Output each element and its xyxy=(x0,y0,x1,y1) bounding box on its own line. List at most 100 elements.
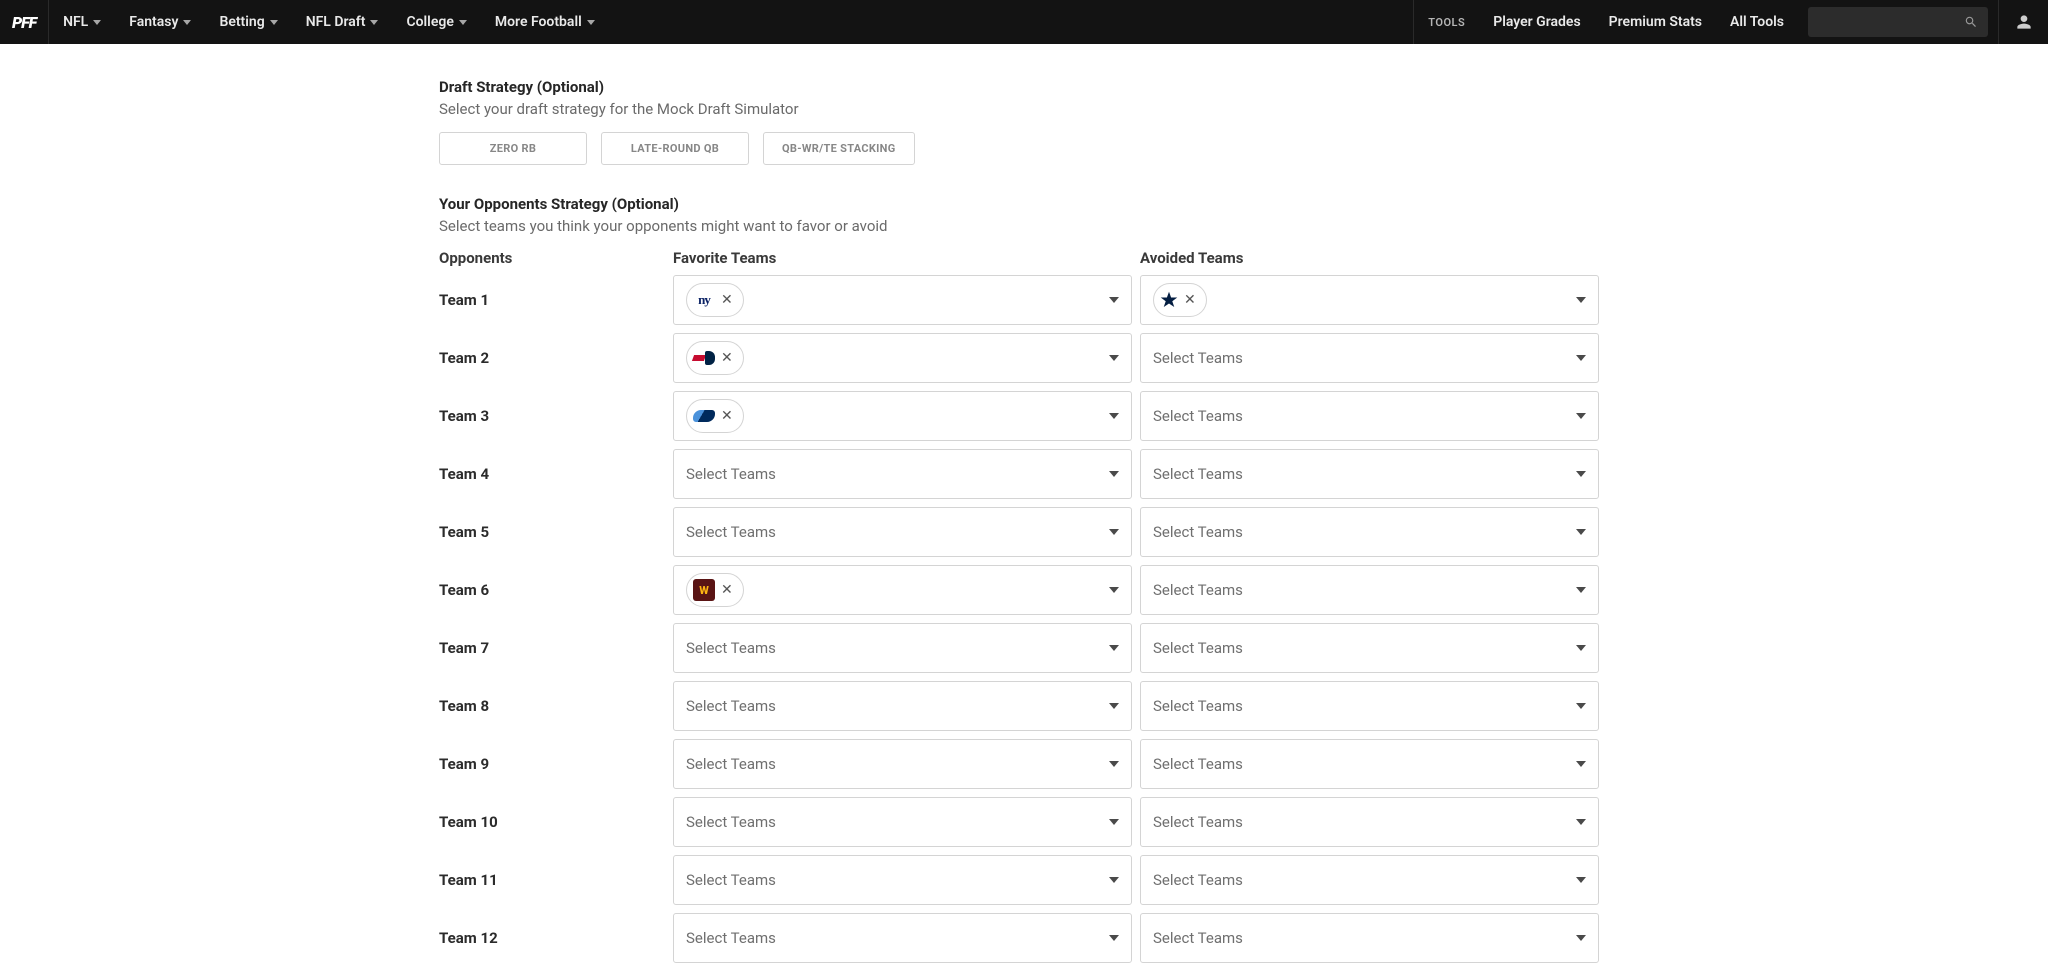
favorite-teams-selector[interactable]: Select Teams xyxy=(673,507,1132,557)
chevron-down-icon xyxy=(459,20,467,25)
nav-fantasy[interactable]: Fantasy xyxy=(115,0,205,44)
nav-betting[interactable]: Betting xyxy=(205,0,291,44)
selector-placeholder: Select Teams xyxy=(686,639,776,657)
avoided-teams-selector[interactable]: Select Teams xyxy=(1140,913,1599,963)
chevron-down-icon xyxy=(1109,471,1119,477)
favorite-teams-selector[interactable]: Select Teams xyxy=(673,623,1132,673)
chevron-down-icon xyxy=(1576,645,1586,651)
chevron-down-icon xyxy=(1109,297,1119,303)
favorite-teams-selector[interactable]: Select Teams xyxy=(673,681,1132,731)
avoided-teams-selector[interactable]: Select Teams xyxy=(1140,623,1599,673)
selector-placeholder: Select Teams xyxy=(1153,639,1243,657)
link-premium-stats[interactable]: Premium Stats xyxy=(1595,0,1716,44)
chip-area: ny ✕ xyxy=(686,283,744,317)
team-row: Team 11Select TeamsSelect Teams xyxy=(439,855,1609,905)
nav-right: TOOLS Player Grades Premium Stats All To… xyxy=(1413,0,2048,44)
chevron-down-icon xyxy=(1109,703,1119,709)
pill-qb-wr-te-stacking[interactable]: QB-WR/TE STACKING xyxy=(763,132,915,165)
selector-placeholder: Select Teams xyxy=(686,697,776,715)
team-label: Team 5 xyxy=(439,523,673,541)
column-opponents: Opponents xyxy=(439,249,673,267)
favorite-teams-selector[interactable]: W✕ xyxy=(673,565,1132,615)
page-content: Draft Strategy (Optional) Select your dr… xyxy=(439,44,1609,963)
team-row: Team 2 ✕ Select Teams xyxy=(439,333,1609,383)
avoided-teams-selector[interactable]: Select Teams xyxy=(1140,739,1599,789)
selector-placeholder: Select Teams xyxy=(1153,581,1243,599)
close-icon[interactable]: ✕ xyxy=(721,583,733,597)
pill-late-round-qb[interactable]: LATE-ROUND QB xyxy=(601,132,749,165)
avoided-teams-selector[interactable]: Select Teams xyxy=(1140,681,1599,731)
link-player-grades[interactable]: Player Grades xyxy=(1479,0,1594,44)
team-logo-icon xyxy=(693,405,715,427)
team-label: Team 8 xyxy=(439,697,673,715)
selector-placeholder: Select Teams xyxy=(1153,407,1243,425)
link-all-tools-label: All Tools xyxy=(1730,14,1784,30)
team-row: Team 4Select TeamsSelect Teams xyxy=(439,449,1609,499)
favorite-teams-selector[interactable]: Select Teams xyxy=(673,913,1132,963)
selector-placeholder: Select Teams xyxy=(1153,871,1243,889)
team-label: Team 3 xyxy=(439,407,673,425)
chevron-down-icon xyxy=(93,20,101,25)
close-icon[interactable]: ✕ xyxy=(721,409,733,423)
chevron-down-icon xyxy=(1109,587,1119,593)
team-logo-icon: ny xyxy=(693,289,715,311)
team-label: Team 1 xyxy=(439,291,673,309)
team-row: Team 7Select TeamsSelect Teams xyxy=(439,623,1609,673)
close-icon[interactable]: ✕ xyxy=(721,293,733,307)
chip-area: ✕ xyxy=(686,399,744,433)
nav-college[interactable]: College xyxy=(392,0,480,44)
team-chip: ✕ xyxy=(686,341,744,375)
chevron-down-icon xyxy=(1109,413,1119,419)
chevron-down-icon xyxy=(1576,355,1586,361)
favorite-teams-selector[interactable]: ✕ xyxy=(673,333,1132,383)
user-menu[interactable] xyxy=(1998,0,2048,44)
tools-label: TOOLS xyxy=(1413,0,1479,44)
avoided-teams-selector[interactable]: ✕ xyxy=(1140,275,1599,325)
chevron-down-icon xyxy=(1576,413,1586,419)
selector-placeholder: Select Teams xyxy=(686,871,776,889)
pill-zero-rb[interactable]: ZERO RB xyxy=(439,132,587,165)
selector-placeholder: Select Teams xyxy=(1153,523,1243,541)
link-premium-stats-label: Premium Stats xyxy=(1609,14,1702,30)
favorite-teams-selector[interactable]: ny ✕ xyxy=(673,275,1132,325)
team-chip: ✕ xyxy=(686,399,744,433)
pff-logo: PFF xyxy=(12,13,36,32)
close-icon[interactable]: ✕ xyxy=(721,351,733,365)
link-player-grades-label: Player Grades xyxy=(1493,14,1580,30)
team-label: Team 2 xyxy=(439,349,673,367)
search-input[interactable] xyxy=(1808,7,1988,37)
favorite-teams-selector[interactable]: ✕ xyxy=(673,391,1132,441)
draft-strategy-subtitle: Select your draft strategy for the Mock … xyxy=(439,100,1609,118)
nav-more[interactable]: More Football xyxy=(481,0,609,44)
chip-area: ✕ xyxy=(686,341,744,375)
team-logo-icon xyxy=(1160,291,1178,309)
avoided-teams-selector[interactable]: Select Teams xyxy=(1140,797,1599,847)
team-logo-icon: W xyxy=(693,579,715,601)
chevron-down-icon xyxy=(1109,529,1119,535)
favorite-teams-selector[interactable]: Select Teams xyxy=(673,797,1132,847)
avoided-teams-selector[interactable]: Select Teams xyxy=(1140,565,1599,615)
app-header: PFF NFL Fantasy Betting NFL Draft Colleg… xyxy=(0,0,2048,44)
team-row: Team 5 Select Teams Select Teams xyxy=(439,507,1609,557)
nav-nfl[interactable]: NFL xyxy=(49,0,115,44)
nav-nfl-label: NFL xyxy=(63,14,88,30)
favorite-teams-selector[interactable]: Select Teams xyxy=(673,449,1132,499)
avoided-teams-selector[interactable]: Select Teams xyxy=(1140,391,1599,441)
favorite-teams-selector[interactable]: Select Teams xyxy=(673,739,1132,789)
link-all-tools[interactable]: All Tools xyxy=(1716,0,1798,44)
nav-draft[interactable]: NFL Draft xyxy=(292,0,393,44)
chevron-down-icon xyxy=(1576,935,1586,941)
team-chip: W✕ xyxy=(686,573,744,607)
opponents-strategy-subtitle: Select teams you think your opponents mi… xyxy=(439,217,1609,235)
avoided-teams-selector[interactable]: Select Teams xyxy=(1140,855,1599,905)
selector-placeholder: Select Teams xyxy=(686,465,776,483)
avoided-teams-selector[interactable]: Select Teams xyxy=(1140,507,1599,557)
avoided-teams-selector[interactable]: Select Teams xyxy=(1140,449,1599,499)
close-icon[interactable]: ✕ xyxy=(1184,293,1196,307)
selector-placeholder: Select Teams xyxy=(686,523,776,541)
team-rows: Team 1 ny ✕ ✕ Team 2 ✕ Select Teams Team 3 ✕ Sele… xyxy=(439,275,1609,963)
favorite-teams-selector[interactable]: Select Teams xyxy=(673,855,1132,905)
logo-box[interactable]: PFF xyxy=(0,0,49,44)
avoided-teams-selector[interactable]: Select Teams xyxy=(1140,333,1599,383)
team-row: Team 9Select TeamsSelect Teams xyxy=(439,739,1609,789)
